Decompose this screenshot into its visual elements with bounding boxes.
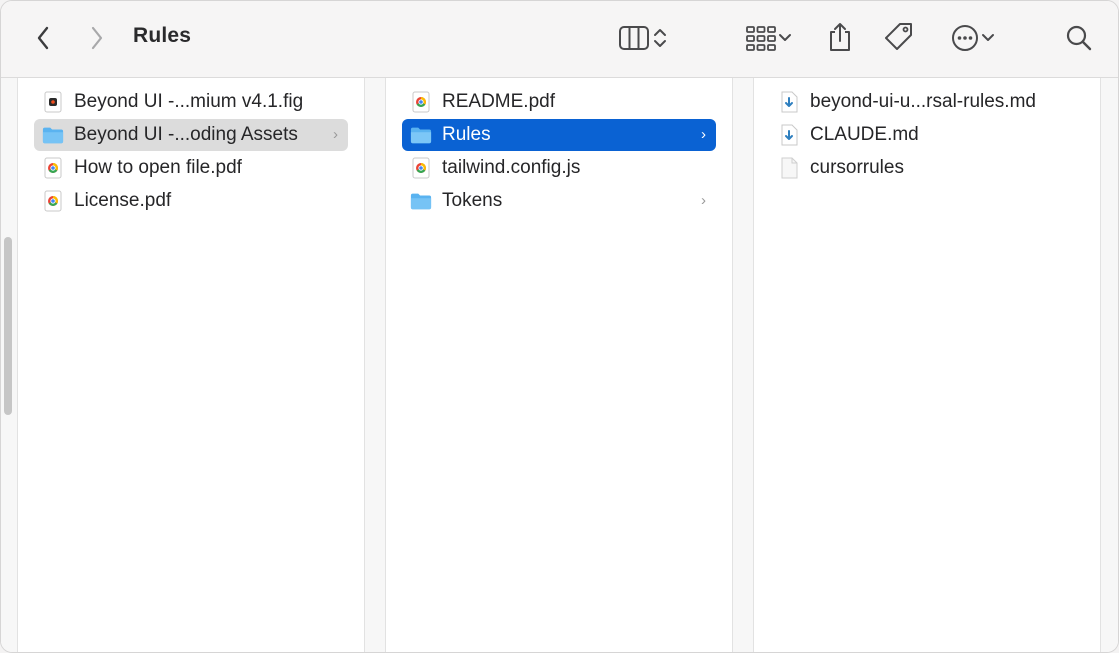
search-button[interactable] — [1063, 22, 1095, 54]
markdown-file-icon — [778, 124, 800, 146]
column-view-icon — [618, 25, 652, 51]
list-item[interactable]: cursorrules — [770, 152, 1084, 184]
share-icon — [827, 21, 853, 53]
chevron-left-icon — [36, 26, 50, 50]
item-label: How to open file.pdf — [74, 157, 242, 178]
magnifier-icon — [1065, 24, 1093, 52]
item-label: Beyond UI -...oding Assets — [74, 124, 298, 145]
figma-file-icon — [42, 91, 64, 113]
list-item[interactable]: CLAUDE.md — [770, 119, 1084, 151]
chevron-right-icon — [90, 26, 104, 50]
share-button[interactable] — [823, 19, 857, 55]
finder-window: Rules Beyond UI -...mium v4.1.fig Beyond… — [0, 0, 1119, 653]
list-item[interactable]: README.pdf — [402, 86, 716, 118]
ellipsis-circle-icon — [950, 23, 980, 53]
folder-icon — [410, 190, 432, 212]
list-item[interactable]: Beyond UI -...oding Assets › — [34, 119, 348, 151]
list-item[interactable]: tailwind.config.js — [402, 152, 716, 184]
column-2: README.pdf Rules › tailwind.config.js To… — [386, 78, 733, 652]
group-button[interactable] — [739, 21, 799, 55]
tag-icon — [883, 21, 915, 53]
chevron-down-icon — [980, 31, 996, 45]
chrome-js-icon — [410, 157, 432, 179]
chevron-right-icon: › — [701, 126, 706, 143]
folder-icon — [410, 124, 432, 146]
chrome-pdf-icon — [42, 190, 64, 212]
item-label: cursorrules — [810, 157, 904, 178]
grid-group-icon — [745, 24, 777, 52]
item-label: tailwind.config.js — [442, 157, 581, 178]
column-gutter — [1101, 78, 1118, 652]
chrome-pdf-icon — [410, 91, 432, 113]
list-item[interactable]: How to open file.pdf — [34, 152, 348, 184]
back-button[interactable] — [29, 23, 57, 53]
list-item[interactable]: License.pdf — [34, 185, 348, 217]
column-3: beyond-ui-u...rsal-rules.md CLAUDE.md cu… — [754, 78, 1101, 652]
markdown-file-icon — [778, 91, 800, 113]
blank-file-icon — [778, 157, 800, 179]
item-label: Tokens — [442, 190, 503, 211]
item-label: beyond-ui-u...rsal-rules.md — [810, 91, 1036, 112]
list-item[interactable]: Rules › — [402, 119, 716, 151]
folder-icon — [42, 124, 64, 146]
chevron-right-icon: › — [333, 126, 338, 143]
view-mode-button[interactable] — [611, 21, 675, 55]
list-item[interactable]: Beyond UI -...mium v4.1.fig — [34, 86, 348, 118]
forward-button[interactable] — [83, 23, 111, 53]
vertical-scrollbar[interactable] — [4, 237, 12, 415]
item-label: README.pdf — [442, 91, 555, 112]
column-1: Beyond UI -...mium v4.1.fig Beyond UI -.… — [18, 78, 365, 652]
column-browser: Beyond UI -...mium v4.1.fig Beyond UI -.… — [1, 78, 1118, 652]
chevron-down-icon — [777, 31, 793, 45]
chrome-pdf-icon — [42, 157, 64, 179]
toolbar: Rules — [1, 1, 1118, 78]
item-label: License.pdf — [74, 190, 172, 211]
chevron-right-icon: › — [701, 192, 706, 209]
list-item[interactable]: beyond-ui-u...rsal-rules.md — [770, 86, 1084, 118]
tag-button[interactable] — [881, 19, 917, 55]
item-label: CLAUDE.md — [810, 124, 919, 145]
item-label: Rules — [442, 124, 491, 145]
chevron-updown-icon — [652, 26, 668, 50]
more-button[interactable] — [945, 21, 1001, 55]
column-gutter — [365, 78, 386, 652]
column-gutter — [733, 78, 754, 652]
item-label: Beyond UI -...mium v4.1.fig — [74, 91, 304, 112]
list-item[interactable]: Tokens › — [402, 185, 716, 217]
window-title: Rules — [133, 24, 192, 47]
